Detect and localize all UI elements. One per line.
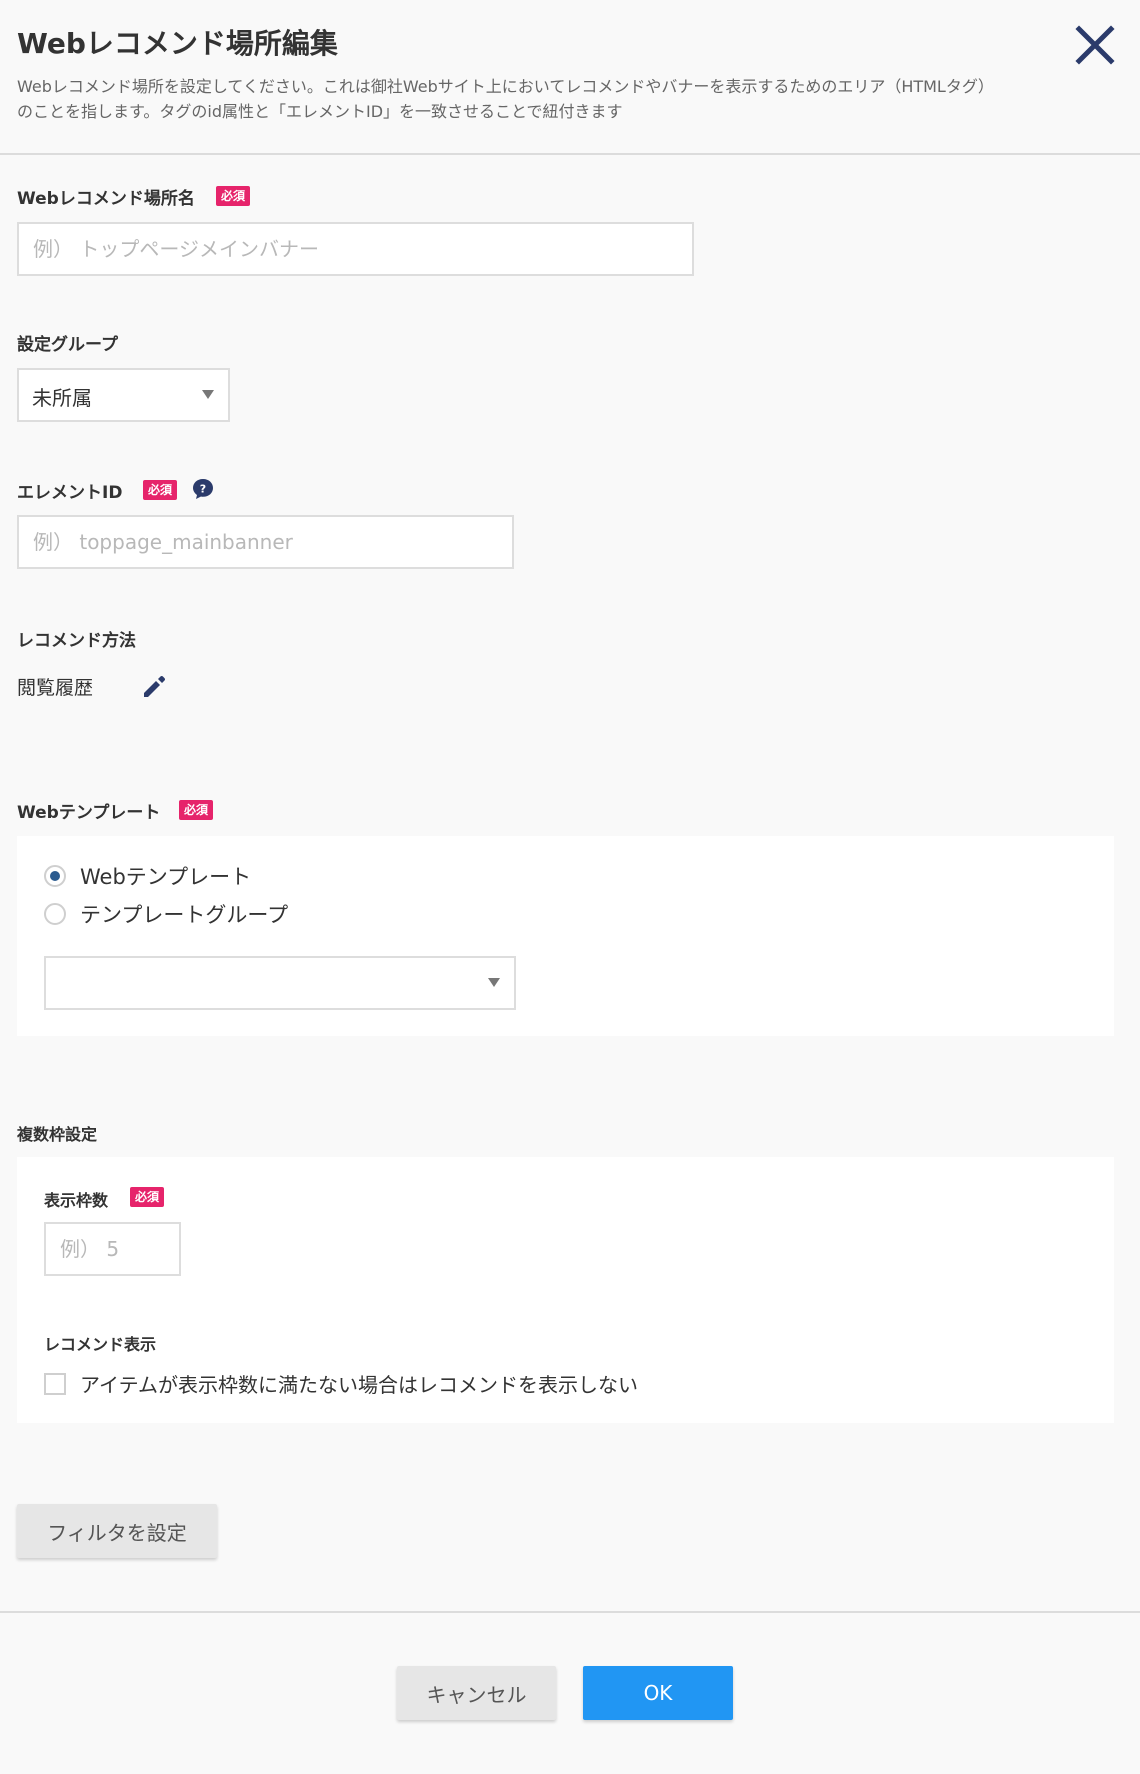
- recommend-method-label: レコメンド方法: [17, 631, 136, 651]
- element-id-input[interactable]: [17, 515, 514, 569]
- setting-group-select[interactable]: 未所属: [17, 368, 230, 422]
- multi-frame-panel: 表示枠数 必須 レコメンド表示 アイテムが表示枠数に満たない場合はレコメンドを表…: [17, 1157, 1114, 1423]
- checkbox[interactable]: [44, 1372, 66, 1395]
- radio-button[interactable]: [44, 903, 66, 925]
- display-count-input[interactable]: [44, 1222, 181, 1276]
- close-icon: [1075, 25, 1115, 65]
- radio-label: テンプレートグループ: [80, 903, 289, 927]
- required-badge: 必須: [130, 1187, 165, 1207]
- edit-dialog: Webレコメンド場所編集 Webレコメンド場所を設定してください。これは御社We…: [0, 0, 1140, 1774]
- pencil-icon[interactable]: [141, 674, 167, 700]
- location-name-label: Webレコメンド場所名: [17, 189, 195, 209]
- dialog-header: Webレコメンド場所編集 Webレコメンド場所を設定してください。これは御社We…: [0, 0, 1140, 155]
- setting-group-label: 設定グループ: [17, 335, 118, 355]
- multi-frame-label: 複数枠設定: [17, 1125, 98, 1144]
- dropdown-arrow-icon: [202, 390, 214, 399]
- location-name-input[interactable]: [17, 222, 694, 276]
- radio-web-template[interactable]: Webテンプレート: [44, 861, 251, 891]
- required-badge: 必須: [143, 480, 178, 500]
- recommend-display-label: レコメンド表示: [44, 1335, 157, 1354]
- filter-button[interactable]: フィルタを設定: [17, 1504, 217, 1558]
- required-badge: 必須: [216, 186, 251, 206]
- ok-button[interactable]: OK: [583, 1666, 733, 1720]
- svg-text:?: ?: [200, 483, 206, 496]
- web-template-select[interactable]: [44, 956, 516, 1010]
- recommend-method-value: 閲覧履歴: [17, 677, 94, 699]
- display-count-label: 表示枠数: [44, 1191, 109, 1210]
- setting-group-value: 未所属: [32, 386, 92, 410]
- dropdown-arrow-icon: [488, 978, 500, 987]
- page-title: Webレコメンド場所編集: [17, 27, 338, 60]
- radio-template-group[interactable]: テンプレートグループ: [44, 899, 288, 929]
- page-description: Webレコメンド場所を設定してください。これは御社Webサイト上においてレコメン…: [17, 77, 994, 121]
- required-badge: 必須: [179, 800, 214, 820]
- question-icon[interactable]: ?: [192, 478, 214, 500]
- cancel-button[interactable]: キャンセル: [397, 1666, 556, 1720]
- web-template-panel: Webテンプレート テンプレートグループ: [17, 836, 1114, 1036]
- close-button[interactable]: [1074, 24, 1116, 66]
- radio-button-checked[interactable]: [44, 865, 66, 887]
- checkbox-label: アイテムが表示枠数に満たない場合はレコメンドを表示しない: [80, 1373, 638, 1397]
- element-id-label: エレメントID: [17, 483, 123, 503]
- footer-divider: [0, 1611, 1140, 1613]
- hide-recommend-checkbox-row[interactable]: アイテムが表示枠数に満たない場合はレコメンドを表示しない: [44, 1369, 638, 1398]
- radio-label: Webテンプレート: [80, 865, 252, 889]
- web-template-label: Webテンプレート: [17, 803, 161, 823]
